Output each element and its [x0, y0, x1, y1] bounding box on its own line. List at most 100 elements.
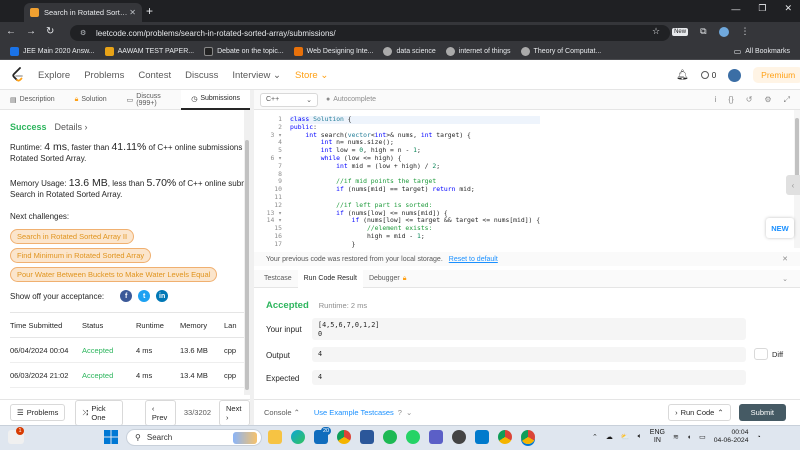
next-button[interactable]: Next ›	[219, 399, 250, 426]
forward-arrow-icon[interactable]: →	[26, 26, 36, 37]
table-row[interactable]: 06/03/2024 21:02 Accepted 4 ms 13.4 MB c…	[10, 363, 246, 388]
url-input[interactable]: ⚙ leetcode.com/problems/search-in-rotate…	[70, 25, 670, 41]
nav-discuss[interactable]: Discuss	[185, 70, 218, 81]
close-tab-icon[interactable]: ✕	[129, 8, 136, 17]
spotify-icon[interactable]	[383, 430, 397, 444]
weather-widget-icon[interactable]: 1	[8, 427, 24, 444]
problems-button[interactable]: ☰ Problems	[10, 404, 66, 421]
profile-avatar-icon[interactable]	[718, 26, 729, 37]
console-toggle[interactable]: Console ⌃	[264, 408, 300, 417]
cloud-icon[interactable]: ☁	[606, 433, 613, 441]
new-feature-badge[interactable]: NEW	[766, 218, 794, 238]
taskbar-clock[interactable]: 00:04 04-06-2024	[714, 429, 749, 445]
clock-app-icon[interactable]	[452, 430, 466, 444]
volume-icon[interactable]: 🔈︎	[638, 433, 642, 441]
bookmark-item[interactable]: data science	[383, 46, 436, 56]
bookmark-item[interactable]: internet of things	[445, 46, 511, 56]
language-indicator[interactable]: ENG IN	[650, 429, 665, 445]
tab-submissions[interactable]: ◷ Submissions	[181, 89, 250, 110]
fullscreen-icon[interactable]: ⤢	[784, 95, 790, 105]
bookmark-item[interactable]: AAWAM TEST PAPER...	[104, 46, 194, 56]
nav-problems[interactable]: Problems	[84, 70, 124, 81]
store-icon[interactable]	[360, 430, 374, 444]
speaker-icon[interactable]: ◖	[687, 434, 691, 441]
nav-contest[interactable]: Contest	[138, 70, 171, 81]
twitter-icon[interactable]: t	[138, 290, 151, 302]
linkedin-icon[interactable]: in	[156, 290, 169, 302]
close-window-icon[interactable]: ✕	[784, 3, 792, 14]
challenge-chip[interactable]: Search in Rotated Sorted Array II	[10, 229, 135, 244]
mail-icon[interactable]: 20	[314, 427, 332, 444]
settings-icon[interactable]: ⚙	[764, 95, 771, 104]
tab-run-code-result[interactable]: Run Code Result	[297, 269, 363, 288]
use-example-testcases[interactable]: Use Example Testcases? ⌄	[314, 408, 412, 417]
all-bookmarks-button[interactable]: ▭ All Bookmarks	[734, 47, 790, 56]
menu-kebab-icon[interactable]: ⋮	[741, 26, 750, 37]
close-icon[interactable]: ✕	[782, 255, 788, 263]
nav-interview[interactable]: Interview ⌄	[232, 70, 281, 81]
side-panel-handle-icon[interactable]: ‹	[786, 175, 800, 195]
wifi-icon[interactable]: ≋	[673, 433, 679, 441]
bookmark-item[interactable]: JEE Main 2020 Answ...	[10, 46, 95, 56]
tab-solution[interactable]: 🔒︎ Solution	[65, 90, 117, 110]
code-content[interactable]: class Solution {public: int search(vecto…	[290, 115, 541, 248]
pick-one-button[interactable]: ⤨ Pick One	[75, 399, 123, 426]
challenge-chip[interactable]: Pour Water Between Buckets to Make Water…	[10, 267, 218, 282]
teams-icon[interactable]	[429, 430, 443, 444]
user-avatar[interactable]	[728, 68, 742, 82]
file-explorer-icon[interactable]	[268, 430, 282, 444]
diff-toggle[interactable]: Diff	[754, 348, 783, 360]
bookmark-item[interactable]: Theory of Computat...	[520, 46, 601, 56]
code-editor-app-icon[interactable]	[475, 430, 489, 444]
reload-icon[interactable]: ↻	[46, 26, 54, 37]
notifications-icon[interactable]: ◔	[756, 434, 760, 441]
site-info-icon[interactable]: ⚙	[80, 29, 90, 37]
chrome-icon[interactable]	[498, 430, 512, 444]
tab-discuss[interactable]: ▭ Discuss (999+)	[117, 90, 182, 110]
back-arrow-icon[interactable]: ←	[6, 26, 16, 37]
chrome-active-icon[interactable]	[521, 430, 535, 444]
minimize-icon[interactable]: —	[731, 4, 740, 14]
language-select[interactable]: C++ ⌄	[260, 92, 318, 107]
windows-start-icon[interactable]	[104, 430, 118, 444]
challenge-chip[interactable]: Find Minimum in Rotated Sorted Array	[10, 248, 152, 263]
chevron-up-icon[interactable]: ⌃	[592, 433, 598, 441]
battery-icon[interactable]: ▭	[699, 433, 706, 441]
diff-switch[interactable]	[754, 348, 768, 360]
tab-testcase[interactable]: Testcase	[258, 270, 298, 288]
bell-icon[interactable]: 🔔︎	[676, 70, 689, 81]
autocomplete-toggle[interactable]: ● Autocomplete	[326, 96, 376, 103]
chrome-icon[interactable]	[337, 430, 351, 444]
premium-button[interactable]: Premium	[753, 67, 800, 83]
edge-icon[interactable]	[291, 430, 305, 444]
coins-counter[interactable]: 0	[700, 71, 716, 80]
leetcode-logo-icon[interactable]	[10, 67, 26, 83]
braces-icon[interactable]: {}	[728, 95, 733, 104]
code-editor[interactable]: 1 2 3 ▾ 4 5 6 ▾ 7 8 9 10 11 12 13 ▾ 14 ▾ 15 …	[254, 110, 800, 248]
facebook-icon[interactable]: f	[120, 290, 133, 302]
collapse-chevron-icon[interactable]: ⌄	[782, 275, 788, 283]
run-code-button[interactable]: › Run Code ⌃	[668, 404, 731, 421]
bookmark-star-icon[interactable]: ☆	[652, 26, 660, 37]
scrollbar-thumb[interactable]	[795, 118, 799, 178]
bookmark-item[interactable]: Debate on the topic...	[204, 46, 284, 56]
prev-button[interactable]: ‹ Prev	[144, 399, 176, 426]
nav-explore[interactable]: Explore	[38, 70, 70, 81]
reset-to-default-link[interactable]: Reset to default	[449, 256, 498, 263]
restore-icon[interactable]: ❐	[758, 3, 766, 14]
new-tab-button[interactable]: +	[146, 4, 153, 18]
tab-description[interactable]: ▤ Description	[0, 90, 65, 110]
submit-button[interactable]: Submit	[738, 404, 786, 421]
extensions-icon[interactable]: ⧉	[700, 26, 706, 37]
details-link[interactable]: Details ›	[55, 122, 88, 132]
help-icon[interactable]: ?	[398, 408, 402, 417]
nav-store[interactable]: Store ⌄	[295, 70, 328, 81]
browser-tab[interactable]: Search in Rotated Sorted Array ✕	[24, 3, 142, 22]
onedrive-icon[interactable]: ⛅	[621, 433, 630, 441]
tab-debugger[interactable]: Debugger 🔒︎	[363, 270, 412, 288]
table-row[interactable]: 06/04/2024 00:04 Accepted 4 ms 13.6 MB c…	[10, 338, 246, 363]
bookmark-item[interactable]: Web Designing Inte...	[293, 46, 373, 56]
info-icon[interactable]: i	[715, 95, 717, 104]
new-badge-icon[interactable]: New	[672, 27, 689, 36]
taskbar-search-input[interactable]: ⚲ Search	[126, 429, 262, 446]
